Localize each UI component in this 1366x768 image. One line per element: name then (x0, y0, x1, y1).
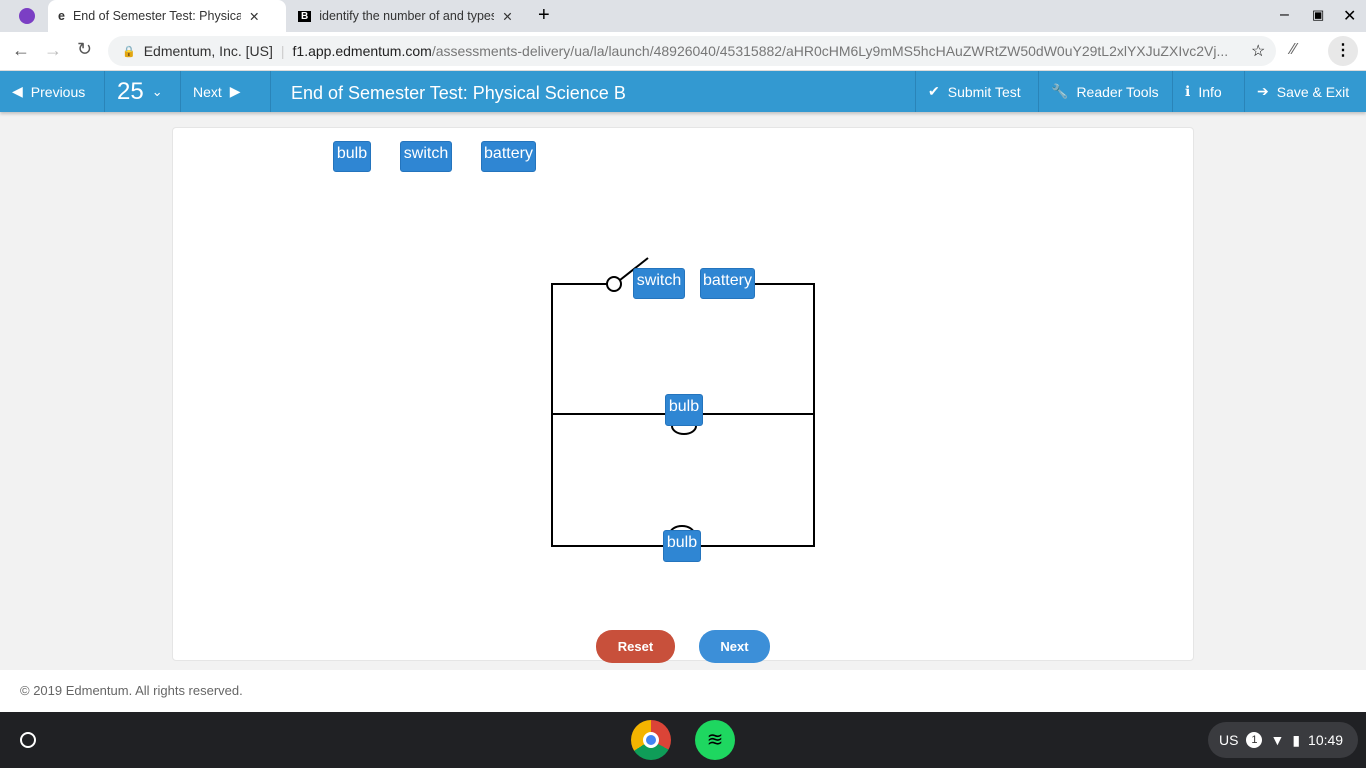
restore-button[interactable]: ▣ (1312, 7, 1324, 23)
placed-bulb[interactable]: bulb (663, 530, 701, 562)
close-tab-icon[interactable]: ✕ (502, 9, 512, 24)
tab-edmentum[interactable]: e End of Semester Test: Physical S ✕ (48, 0, 286, 32)
close-window-button[interactable]: ✕ (1343, 6, 1356, 26)
placed-bulb[interactable]: bulb (665, 394, 703, 426)
placed-switch[interactable]: switch (633, 268, 685, 299)
chrome-icon[interactable] (631, 720, 671, 760)
check-circle-icon: ✔ (928, 83, 940, 99)
reload-icon[interactable]: ↻ (77, 39, 92, 60)
chevron-down-icon: ⌄ (151, 83, 163, 99)
sign-in-icon: ➔ (1257, 83, 1269, 99)
arrow-left-circle-icon: ◀ (12, 83, 23, 99)
test-toolbar: ◀ Previous 25 ⌄ Next ▶ End of Semester Test… (0, 71, 1366, 112)
next-question-button[interactable]: Next (699, 630, 770, 663)
submit-test-button[interactable]: ✔ Submit Test (915, 71, 1039, 112)
launcher-button[interactable] (20, 732, 36, 748)
edmentum-favicon: e (58, 9, 65, 23)
arrow-right-circle-icon: ▶ (229, 83, 241, 99)
wrench-icon: 🔧 (1051, 83, 1069, 99)
previous-button[interactable]: ◀ Previous (0, 71, 105, 112)
info-button[interactable]: ℹ Info (1173, 71, 1245, 112)
wifi-icon: ▼ (1270, 732, 1285, 748)
info-icon: ℹ (1185, 83, 1191, 99)
url-input[interactable]: 🔒 Edmentum, Inc. [US] | f1.app.edmentum.… (108, 36, 1276, 66)
next-button[interactable]: Next ▶ (181, 71, 271, 112)
forward-icon[interactable]: → (44, 40, 62, 61)
question-selector[interactable]: 25 ⌄ (105, 71, 181, 112)
taskbar: ≋ (0, 712, 1366, 768)
profile-icon[interactable] (19, 8, 35, 24)
footer-copyright: © 2019 Edmentum. All rights reserved. (0, 670, 1366, 712)
clock: 10:49 (1308, 732, 1344, 748)
reader-tools-button[interactable]: 🔧 Reader Tools (1039, 71, 1173, 112)
notification-badge: 1 (1246, 732, 1263, 748)
battery-icon: ▮ (1292, 731, 1301, 748)
minimize-button[interactable]: – (1280, 6, 1289, 24)
system-tray[interactable]: US 1 ▼ ▮ 10:49 (1208, 722, 1358, 758)
tray-switch[interactable]: switch (400, 141, 452, 172)
back-icon[interactable]: ← (12, 40, 30, 61)
bookmark-star-icon[interactable]: ☆ (1251, 41, 1265, 61)
page-title: End of Semester Test: Physical Science B (291, 83, 626, 103)
bulb-filament-icon (671, 425, 697, 435)
save-exit-button[interactable]: ➔ Save & Exit (1245, 71, 1366, 112)
spotify-icon[interactable]: ≋ (695, 720, 735, 760)
menu-icon[interactable]: ⋮ (1328, 36, 1358, 66)
tray-battery[interactable]: battery (481, 141, 536, 172)
close-tab-icon[interactable]: ✕ (249, 9, 259, 24)
switch-terminal (606, 276, 622, 292)
brainly-favicon: B (298, 10, 312, 22)
tab-brainly[interactable]: B identify the number of and types ✕ (288, 0, 524, 32)
address-bar-row: ← → ↻ 🔒 Edmentum, Inc. [US] | f1.app.edm… (0, 32, 1366, 71)
browser-tab-bar: e End of Semester Test: Physical S ✕ B i… (0, 0, 1366, 32)
reset-button[interactable]: Reset (596, 630, 675, 663)
lock-icon: 🔒 (122, 45, 136, 58)
new-tab-button[interactable]: + (538, 4, 550, 27)
placed-battery[interactable]: battery (700, 268, 755, 299)
tray-bulb[interactable]: bulb (333, 141, 371, 172)
extension-icon[interactable]: ⁄⁄ (1291, 41, 1296, 59)
